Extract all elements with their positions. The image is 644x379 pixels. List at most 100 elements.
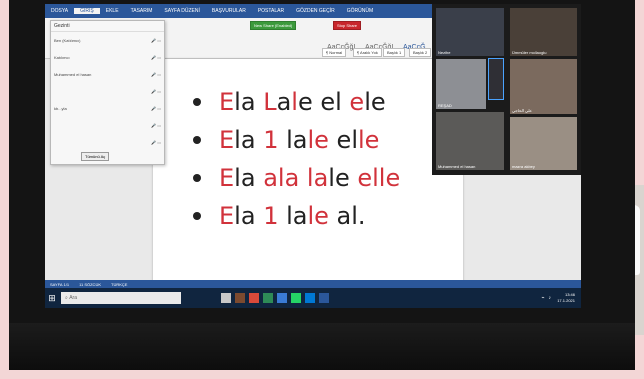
highlight-text: 1 [263,202,279,230]
participant-label: REŞAD [438,103,452,108]
participant-row[interactable]: Muhammed el hasan 🎤 ▭ [51,66,164,83]
participant-name: Katılımcı [54,55,70,60]
taskbar: ⊞ ⌕ Ara ⌁ ♪ 13:46 17.1.2021 [45,288,581,308]
tab-8[interactable]: GÖRÜNÜM [341,8,379,14]
participant-row[interactable]: 🎤 ▭ [51,117,164,134]
page-count[interactable]: SAYFA 1/1 [45,282,74,287]
mic-camera-icon[interactable]: 🎤 ▭ [151,89,161,94]
highlight-text: L [263,88,277,116]
participant-row[interactable]: 🎤 ▭ [51,134,164,151]
mic-camera-icon[interactable]: 🎤 ▭ [151,72,161,77]
tab-1[interactable]: GİRİŞ [74,8,100,14]
participants-pane: Gezinti Ben (Katılımcı) 🎤 ▭ Katılımcı 🎤 ▭ Mu… [50,20,165,165]
system-tray[interactable]: ⌁ ♪ [541,295,551,301]
tab-5[interactable]: BAŞVURULAR [206,8,252,14]
participant-label: علي الحاجي [512,108,533,113]
windows-start-icon[interactable]: ⊞ [45,288,59,308]
highlight-text: le [307,202,329,230]
mic-camera-icon[interactable]: 🎤 ▭ [151,106,161,111]
bullet-icon [193,136,201,144]
highlight-text: E [219,88,235,116]
clock-date: 17.1.2021 [557,298,575,303]
plain-text: a [276,88,292,116]
highlight-text: ala [263,164,300,192]
highlight-text: le [357,126,380,154]
style-heading1-label[interactable]: Başlık 1 [383,48,406,57]
taskbar-app-icon[interactable] [305,293,315,303]
taskbar-app-icon[interactable] [277,293,287,303]
language[interactable]: TÜRKÇE [106,282,132,287]
clock[interactable]: 13:46 17.1.2021 [557,288,575,308]
participant-row[interactable]: kb...yla 🎤 ▭ [51,100,164,117]
highlight-text: la [306,164,329,192]
bullet-icon [193,212,201,220]
participant-row[interactable]: 🎤 ▭ [51,83,164,100]
network-icon[interactable]: ⌁ [541,295,544,301]
participant-name: Ben (Katılımcı) [54,38,81,43]
video-tile[interactable] [488,58,504,100]
mic-camera-icon[interactable]: 🎤 ▭ [151,140,161,145]
plain-text: le [328,164,358,192]
video-tile[interactable]: Nezihe [436,8,504,56]
style-nospacing-label[interactable]: ¶ Aralık Yok [353,48,382,57]
highlight-text: l [291,88,298,116]
status-bar: SAYFA 1/1 11 SÖZCÜK TÜRKÇE [45,280,581,288]
video-tile[interactable]: Ümmüler mollaoglu [510,8,577,56]
tab-3[interactable]: TASARIM [125,8,159,14]
highlight-text: E [219,164,235,192]
bullet-line: Ela Lale el ele [193,83,400,121]
volume-icon[interactable]: ♪ [549,295,552,301]
bullet-line: Ela 1 lale elle [193,121,400,159]
participant-label: Nezihe [438,50,451,55]
taskbar-app-icon[interactable] [263,293,273,303]
plain-text [299,164,307,192]
participant-label: Muhammed el hasan [438,164,476,169]
new-share-button[interactable]: New Share (Enabled) [250,21,297,30]
video-tile[interactable]: REŞAD [436,59,486,109]
plain-text: la [278,126,308,154]
plain-text: e el [297,88,350,116]
taskbar-app-icon[interactable] [291,293,301,303]
tab-4[interactable]: SAYFA DÜZENİ [158,8,205,14]
participant-name: kb...yla [54,106,67,111]
taskbar-app-icon[interactable] [235,293,245,303]
video-tile[interactable]: Muhammed el hasan [436,112,504,170]
word-count[interactable]: 11 SÖZCÜK [74,282,106,287]
taskbar-search-input[interactable]: ⌕ Ara [61,292,181,304]
tab-6[interactable]: POSTALAR [252,8,290,14]
plain-text: el [328,126,358,154]
style-heading2-label[interactable]: Başlık 2 [409,48,432,57]
highlight-text: elle [357,164,401,192]
plain-text: la [234,88,264,116]
bullet-icon [193,174,201,182]
highlight-text: le [307,126,329,154]
video-tile[interactable]: علي الحاجي [510,59,577,114]
participant-row[interactable]: Katılımcı 🎤 ▭ [51,49,164,66]
participant-row[interactable]: Ben (Katılımcı) 🎤 ▭ [51,32,164,49]
taskbar-app-icon[interactable] [221,293,231,303]
search-placeholder: Ara [69,295,77,301]
plain-text: la [278,202,308,230]
highlight-text: E [219,202,235,230]
tab-0[interactable]: DOSYA [45,8,74,14]
plain-text: la [234,202,264,230]
taskbar-app-icon[interactable] [249,293,259,303]
mic-camera-icon[interactable]: 🎤 ▭ [151,55,161,60]
taskbar-app-icon[interactable] [319,293,329,303]
bullet-list: Ela Lale el ele Ela 1 lale elle Ela ala la… [193,83,400,235]
taskbar-apps [221,293,329,303]
document-page[interactable]: Ela Lale el ele Ela 1 lale elle Ela ala la… [153,59,463,291]
stop-share-button[interactable]: Stop Share [333,21,362,30]
pane-button[interactable]: Tümünü Aç [81,152,110,161]
tab-2[interactable]: EKLE [100,8,125,14]
bullet-icon [193,98,201,106]
mic-camera-icon[interactable]: 🎤 ▭ [151,38,161,43]
pane-title: Gezinti [51,21,164,32]
style-normal-label[interactable]: ¶ Normal [322,48,347,57]
plain-text: al. [328,202,366,230]
participant-label: Ümmüler mollaoglu [512,50,547,55]
video-tile[interactable]: mazra akbey [510,117,577,170]
mic-camera-icon[interactable]: 🎤 ▭ [151,123,161,128]
plain-text: la [234,164,264,192]
tab-7[interactable]: GÖZDEN GEÇİR [290,8,341,14]
